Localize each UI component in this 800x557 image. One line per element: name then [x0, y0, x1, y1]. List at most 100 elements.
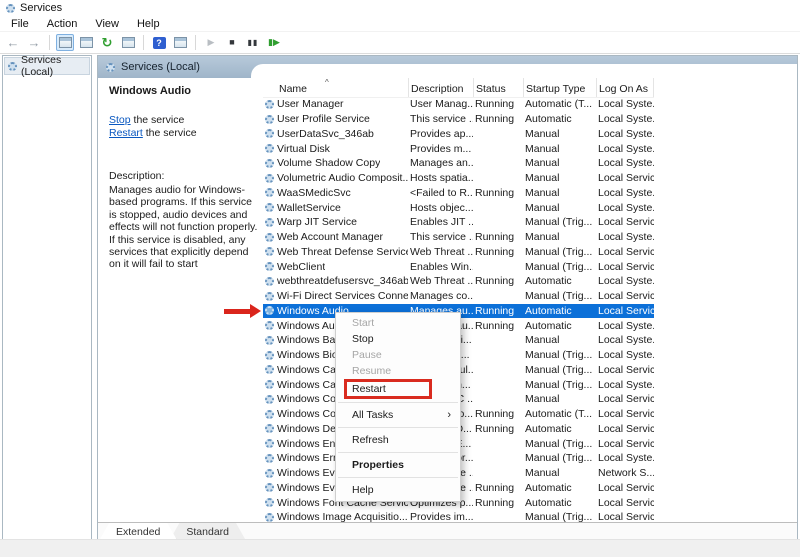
- cell-description: Enables JIT ...: [410, 216, 473, 229]
- service-gear-icon: [265, 350, 274, 360]
- extended-pane-icon-glyph: [173, 37, 187, 48]
- service-name-text: User Manager: [277, 98, 344, 111]
- table-row[interactable]: User Profile Service This service ... Runn…: [263, 112, 654, 127]
- table-row[interactable]: Volume Shadow Copy Manages an... Manual Loc…: [263, 156, 654, 171]
- service-gear-icon: [265, 306, 274, 316]
- tree-item-services-local[interactable]: Services (Local): [4, 54, 90, 78]
- menu-item-refresh[interactable]: Refresh: [336, 431, 460, 449]
- show-console-tree-icon[interactable]: [56, 34, 74, 51]
- cell-status: Running: [475, 245, 515, 258]
- tab-extended[interactable]: Extended: [100, 523, 176, 539]
- stop-service-link[interactable]: Stop: [109, 114, 131, 126]
- cell-log-on-as: Local Service: [598, 481, 654, 494]
- tab-standard[interactable]: Standard: [170, 523, 245, 539]
- service-name-text: WalletService: [277, 201, 341, 214]
- table-row[interactable]: WebClient Enables Win... Manual (Trig... Lo…: [263, 259, 654, 274]
- cell-log-on-as: Local Service: [598, 216, 654, 229]
- properties-window-icon[interactable]: [77, 34, 95, 51]
- menu-item-label: Resume: [352, 365, 392, 377]
- table-row[interactable]: WaaSMedicSvc <Failed to R... Running Manual…: [263, 186, 654, 201]
- cell-startup-type: Manual (Trig...: [525, 216, 593, 229]
- service-gear-icon: [265, 247, 274, 257]
- menu-action[interactable]: Action: [38, 18, 87, 30]
- cell-startup-type: Manual: [525, 186, 560, 199]
- refresh-icon[interactable]: ↻: [98, 34, 116, 51]
- table-row[interactable]: Web Threat Defense Service Web Threat ...…: [263, 245, 654, 260]
- restart-service-icon[interactable]: ▮▶: [265, 34, 283, 51]
- table-row[interactable]: WalletService Hosts objec... Manual Local S…: [263, 200, 654, 215]
- stop-service-icon[interactable]: ■: [223, 34, 241, 51]
- menu-file[interactable]: File: [2, 18, 38, 30]
- table-row[interactable]: Web Account Manager This service ... Runni…: [263, 230, 654, 245]
- menu-view[interactable]: View: [86, 18, 128, 30]
- context-menu: Start Stop Pause Resume Restart All Tasks › Ref…: [335, 312, 461, 502]
- cell-name: User Profile Service: [263, 113, 408, 125]
- table-row[interactable]: webthreatdefusersvc_346ab Web Threat ... R…: [263, 274, 654, 289]
- cell-startup-type: Automatic (T...: [525, 98, 593, 111]
- back-icon[interactable]: ←: [4, 34, 22, 51]
- service-gear-icon: [265, 483, 274, 493]
- stop-link-suffix: the service: [130, 114, 185, 126]
- service-gear-icon: [265, 203, 274, 213]
- cell-description: Manages co...: [410, 290, 473, 303]
- export-list-icon[interactable]: [119, 34, 137, 51]
- cell-log-on-as: Local Syste...: [598, 127, 654, 140]
- back-icon-glyph: ←: [6, 35, 20, 50]
- cell-startup-type: Automatic: [525, 496, 572, 509]
- service-gear-icon: [265, 498, 274, 508]
- column-header-label: Log On As: [599, 83, 649, 95]
- menu-item-label: Refresh: [352, 434, 389, 446]
- help-icon[interactable]: ?: [150, 34, 168, 51]
- service-name-text: Volume Shadow Copy: [277, 157, 381, 170]
- service-gear-icon: [265, 365, 274, 375]
- service-name-text: Web Account Manager: [277, 231, 384, 244]
- table-row[interactable]: Virtual Disk Provides m... Manual Local Sys…: [263, 141, 654, 156]
- cell-log-on-as: Local Syste...: [598, 452, 654, 465]
- cell-log-on-as: Local Service: [598, 408, 654, 421]
- column-header-log-on-as[interactable]: Log On As: [596, 78, 654, 97]
- column-header-startup-type[interactable]: Startup Type: [523, 78, 596, 97]
- table-row[interactable]: UserDataSvc_346ab Provides ap... Manual Loc…: [263, 127, 654, 142]
- cell-status: Running: [475, 481, 515, 494]
- column-header-status[interactable]: Status: [473, 78, 523, 97]
- table-row[interactable]: User Manager User Manag... Running Automati…: [263, 97, 654, 112]
- column-header-label: Status: [476, 83, 506, 95]
- forward-icon[interactable]: →: [25, 34, 43, 51]
- window-title: Services: [20, 2, 63, 14]
- cell-startup-type: Manual (Trig...: [525, 363, 593, 376]
- menu-item-label: Restart: [352, 383, 386, 395]
- pause-service-icon[interactable]: ▮▮: [244, 34, 262, 51]
- cell-description: Provides ap...: [410, 127, 473, 140]
- start-service-icon[interactable]: ▶: [202, 34, 220, 51]
- cell-description: Manages an...: [410, 157, 473, 170]
- cell-log-on-as: Local Service: [598, 437, 654, 450]
- start-service-icon-glyph: ▶: [207, 37, 215, 47]
- cell-status: Running: [475, 275, 515, 288]
- cell-description: User Manag...: [410, 98, 473, 111]
- restart-service-link[interactable]: Restart: [109, 127, 143, 139]
- extended-pane-icon[interactable]: [171, 34, 189, 51]
- table-row[interactable]: Wi-Fi Direct Services Conne... Manages co…: [263, 289, 654, 304]
- menu-help[interactable]: Help: [128, 18, 169, 30]
- column-header-name[interactable]: Name ^: [263, 78, 408, 97]
- menu-item-restart[interactable]: Restart: [336, 379, 460, 399]
- pane-header-icon: [106, 62, 115, 72]
- service-gear-icon: [265, 512, 274, 522]
- menu-item-help[interactable]: Help: [336, 481, 460, 499]
- stop-service-line: Stop the service: [109, 114, 263, 127]
- cell-log-on-as: Local Service: [598, 290, 654, 303]
- menu-item-all-tasks[interactable]: All Tasks ›: [336, 406, 460, 424]
- menu-item-stop[interactable]: Stop: [336, 331, 460, 347]
- table-row[interactable]: Warp JIT Service Enables JIT ... Manual (T…: [263, 215, 654, 230]
- cell-startup-type: Manual: [525, 393, 560, 406]
- cell-status: Running: [475, 304, 515, 317]
- cell-startup-type: Manual: [525, 157, 560, 170]
- cell-log-on-as: Local Syste...: [598, 334, 654, 347]
- restart-service-line: Restart the service: [109, 127, 263, 140]
- column-header-description[interactable]: Description: [408, 78, 473, 97]
- table-row[interactable]: Volumetric Audio Composit... Hosts spatia…: [263, 171, 654, 186]
- menu-item-properties[interactable]: Properties: [336, 456, 460, 474]
- cell-startup-type: Manual: [525, 231, 560, 244]
- cell-log-on-as: Local Syste...: [598, 349, 654, 362]
- service-gear-icon: [265, 276, 274, 286]
